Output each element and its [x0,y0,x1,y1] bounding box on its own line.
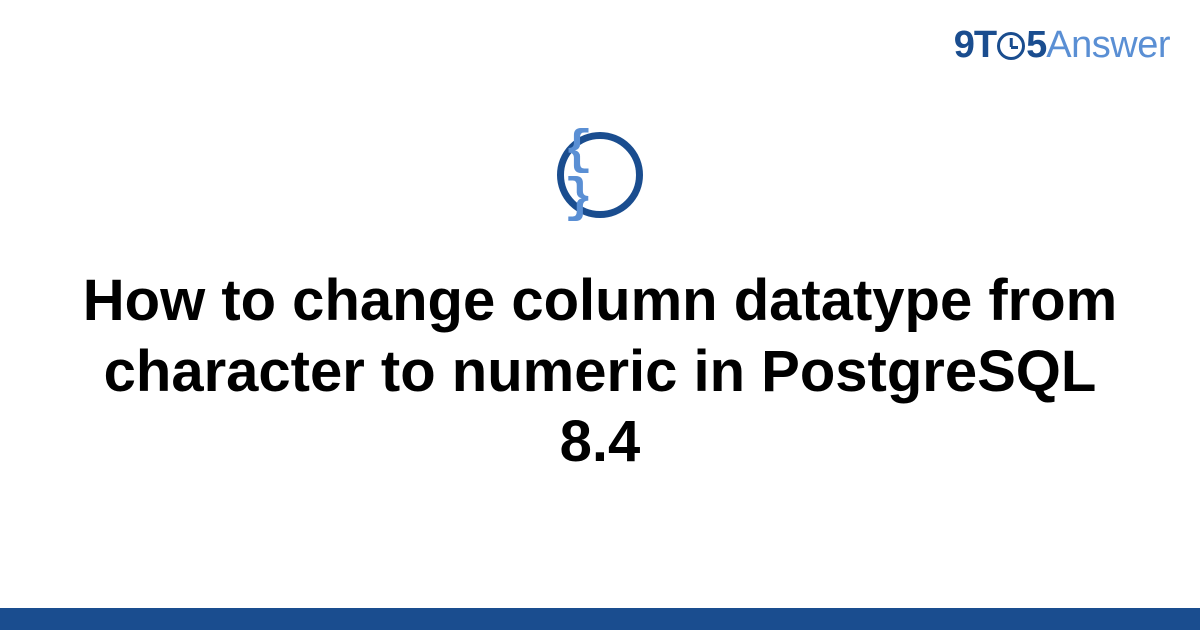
main-content: { } How to change column datatype from c… [0,0,1200,610]
braces-glyph: { } [564,127,636,223]
page-title: How to change column datatype from chara… [60,266,1140,478]
code-braces-icon: { } [557,132,643,218]
topic-icon-wrapper: { } [557,132,643,218]
footer-bar [0,608,1200,630]
